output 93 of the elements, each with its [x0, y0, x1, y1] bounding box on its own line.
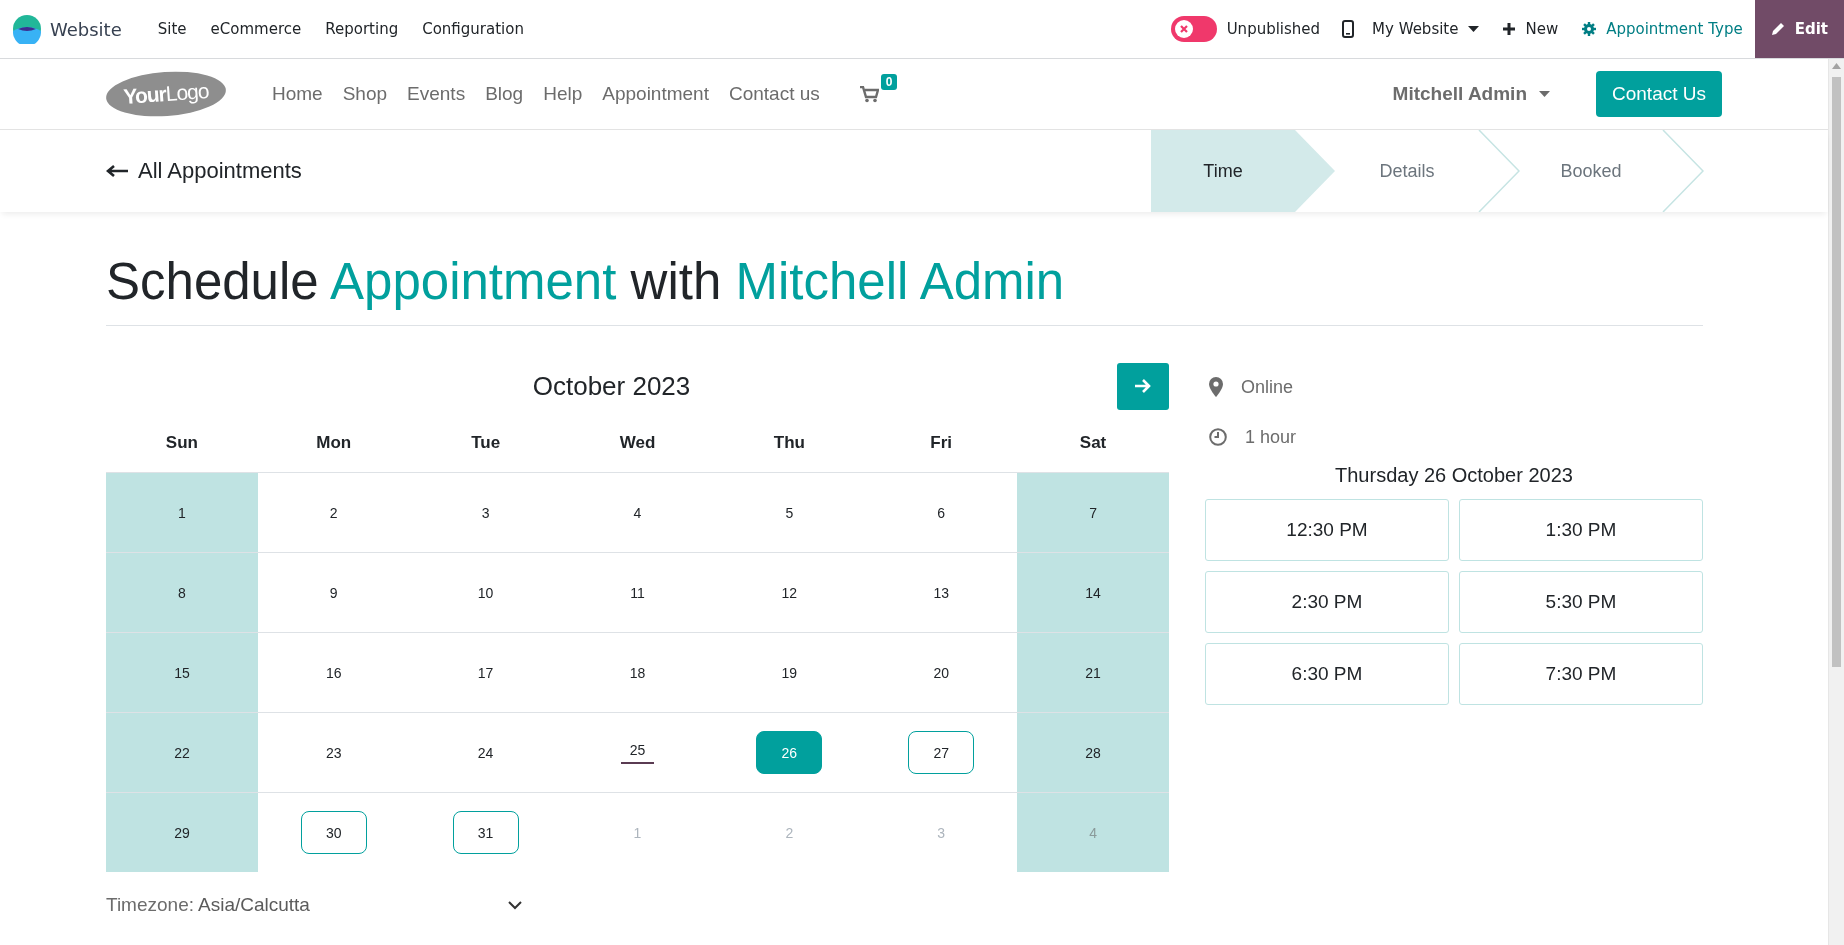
nav-link[interactable]: Events — [397, 83, 476, 105]
publish-toggle[interactable] — [1170, 16, 1217, 42]
publish-status: Unpublished — [1226, 20, 1321, 38]
weekday-label: Sat — [1078, 433, 1108, 453]
time-slot-button[interactable]: 2:30 PM — [1205, 571, 1449, 633]
gear-icon — [1582, 22, 1597, 36]
time-slot-button[interactable]: 1:30 PM — [1459, 499, 1703, 561]
menu-item[interactable]: eCommerce — [198, 20, 314, 38]
left-arrow-icon — [106, 165, 128, 177]
right-arrow-icon — [1135, 379, 1151, 393]
day-button[interactable]: 20 — [908, 651, 975, 694]
day-button[interactable]: 10 — [452, 571, 519, 614]
timezone-select[interactable]: Asia/Calcutta — [194, 894, 526, 916]
map-pin-icon — [1209, 377, 1223, 397]
weekday-label: Wed — [618, 433, 657, 453]
day-button[interactable]: 17 — [452, 651, 519, 694]
step-chevron-icon — [1662, 130, 1704, 212]
step-tab[interactable]: Booked — [1519, 130, 1703, 212]
all-appointments-link[interactable]: All Appointments — [106, 158, 302, 184]
next-month-button[interactable] — [1117, 362, 1169, 410]
day-button[interactable]: 15 — [148, 651, 215, 694]
day-button[interactable]: 6 — [908, 491, 975, 534]
pencil-icon — [1770, 22, 1785, 36]
chevron-down-icon — [508, 900, 522, 910]
new-button[interactable]: New — [1491, 0, 1571, 58]
day-button[interactable]: 14 — [1060, 571, 1127, 614]
menu-item[interactable]: Configuration — [410, 20, 536, 38]
duration-text: 1 hour — [1245, 426, 1297, 448]
weekday-label: Tue — [470, 433, 502, 453]
day-button[interactable]: 18 — [604, 651, 671, 694]
day-button[interactable]: 8 — [148, 571, 215, 614]
day-button[interactable]: 24 — [452, 731, 519, 774]
day-button[interactable]: 28 — [1060, 731, 1127, 774]
day-button[interactable]: 1 — [148, 491, 215, 534]
clock-icon — [1209, 428, 1227, 446]
cart-icon[interactable] — [859, 85, 879, 103]
page-heading: Schedule Appointment with Mitchell Admin — [106, 212, 1703, 326]
scroll-up-icon[interactable] — [1832, 63, 1841, 69]
day-button[interactable]: 16 — [300, 651, 367, 694]
day-button[interactable]: 13 — [908, 571, 975, 614]
weekday-label: Thu — [772, 433, 806, 453]
app-logo-icon — [12, 14, 42, 44]
cart-count-badge: 0 — [880, 73, 898, 90]
nav-link[interactable]: Help — [533, 83, 593, 105]
nav-link[interactable]: Blog — [475, 83, 534, 105]
day-button[interactable]: 5 — [756, 491, 823, 534]
day-button[interactable]: 12 — [756, 571, 823, 614]
website-switcher[interactable]: My Website — [1360, 0, 1492, 58]
day-button[interactable]: 31 — [452, 811, 519, 854]
scrollbar-thumb[interactable] — [1832, 77, 1841, 667]
time-slot-button[interactable]: 6:30 PM — [1205, 643, 1449, 705]
caret-icon — [1539, 90, 1550, 98]
weekday-label: Sun — [164, 433, 199, 453]
nav-link[interactable]: Appointment — [592, 83, 719, 105]
day-button[interactable]: 27 — [908, 731, 975, 774]
menu-item[interactable]: Reporting — [313, 20, 411, 38]
time-slot-button[interactable]: 7:30 PM — [1459, 643, 1703, 705]
day-button[interactable]: 23 — [300, 731, 367, 774]
weekday-label: Mon — [315, 433, 353, 453]
step-chevron-icon — [1478, 130, 1520, 212]
day-button[interactable]: 29 — [148, 811, 215, 854]
location-text: Online — [1241, 376, 1294, 398]
weekday-label: Fri — [929, 433, 954, 453]
day-button[interactable]: 30 — [300, 811, 367, 854]
day-button[interactable]: 21 — [1060, 651, 1127, 694]
caret-icon — [1468, 25, 1480, 33]
day-button[interactable]: 22 — [148, 731, 215, 774]
app-name: Website — [50, 18, 122, 40]
user-menu[interactable]: Mitchell Admin — [1386, 82, 1556, 106]
nav-link[interactable]: Shop — [332, 83, 398, 105]
plus-icon — [1503, 23, 1516, 35]
month-title: October 2023 — [531, 370, 692, 402]
appointment-type-button[interactable]: Appointment Type — [1570, 0, 1755, 58]
day-button[interactable]: 19 — [756, 651, 823, 694]
time-slot-button[interactable]: 5:30 PM — [1459, 571, 1703, 633]
nav-link[interactable]: Contact us — [718, 83, 830, 105]
day-button[interactable]: 2 — [300, 491, 367, 534]
close-icon — [1174, 20, 1193, 38]
timezone-label: Timezone: — [106, 894, 194, 916]
day-button[interactable]: 4 — [604, 491, 671, 534]
mobile-phone-icon[interactable] — [1342, 20, 1355, 38]
day-button[interactable]: 11 — [604, 571, 671, 614]
step-tab[interactable]: Time — [1151, 130, 1335, 212]
day-button[interactable]: 9 — [300, 571, 367, 614]
day-button[interactable]: 7 — [1060, 491, 1127, 534]
step-tab[interactable]: Details — [1335, 130, 1519, 212]
nav-link[interactable]: Home — [262, 83, 333, 105]
menu-item[interactable]: Site — [145, 20, 199, 38]
time-slot-button[interactable]: 12:30 PM — [1205, 499, 1449, 561]
edit-button[interactable]: Edit — [1754, 0, 1844, 58]
day-button[interactable]: 3 — [452, 491, 519, 534]
selected-date-title: Thursday 26 October 2023 — [1334, 464, 1574, 487]
day-button[interactable]: 25 — [604, 731, 671, 774]
